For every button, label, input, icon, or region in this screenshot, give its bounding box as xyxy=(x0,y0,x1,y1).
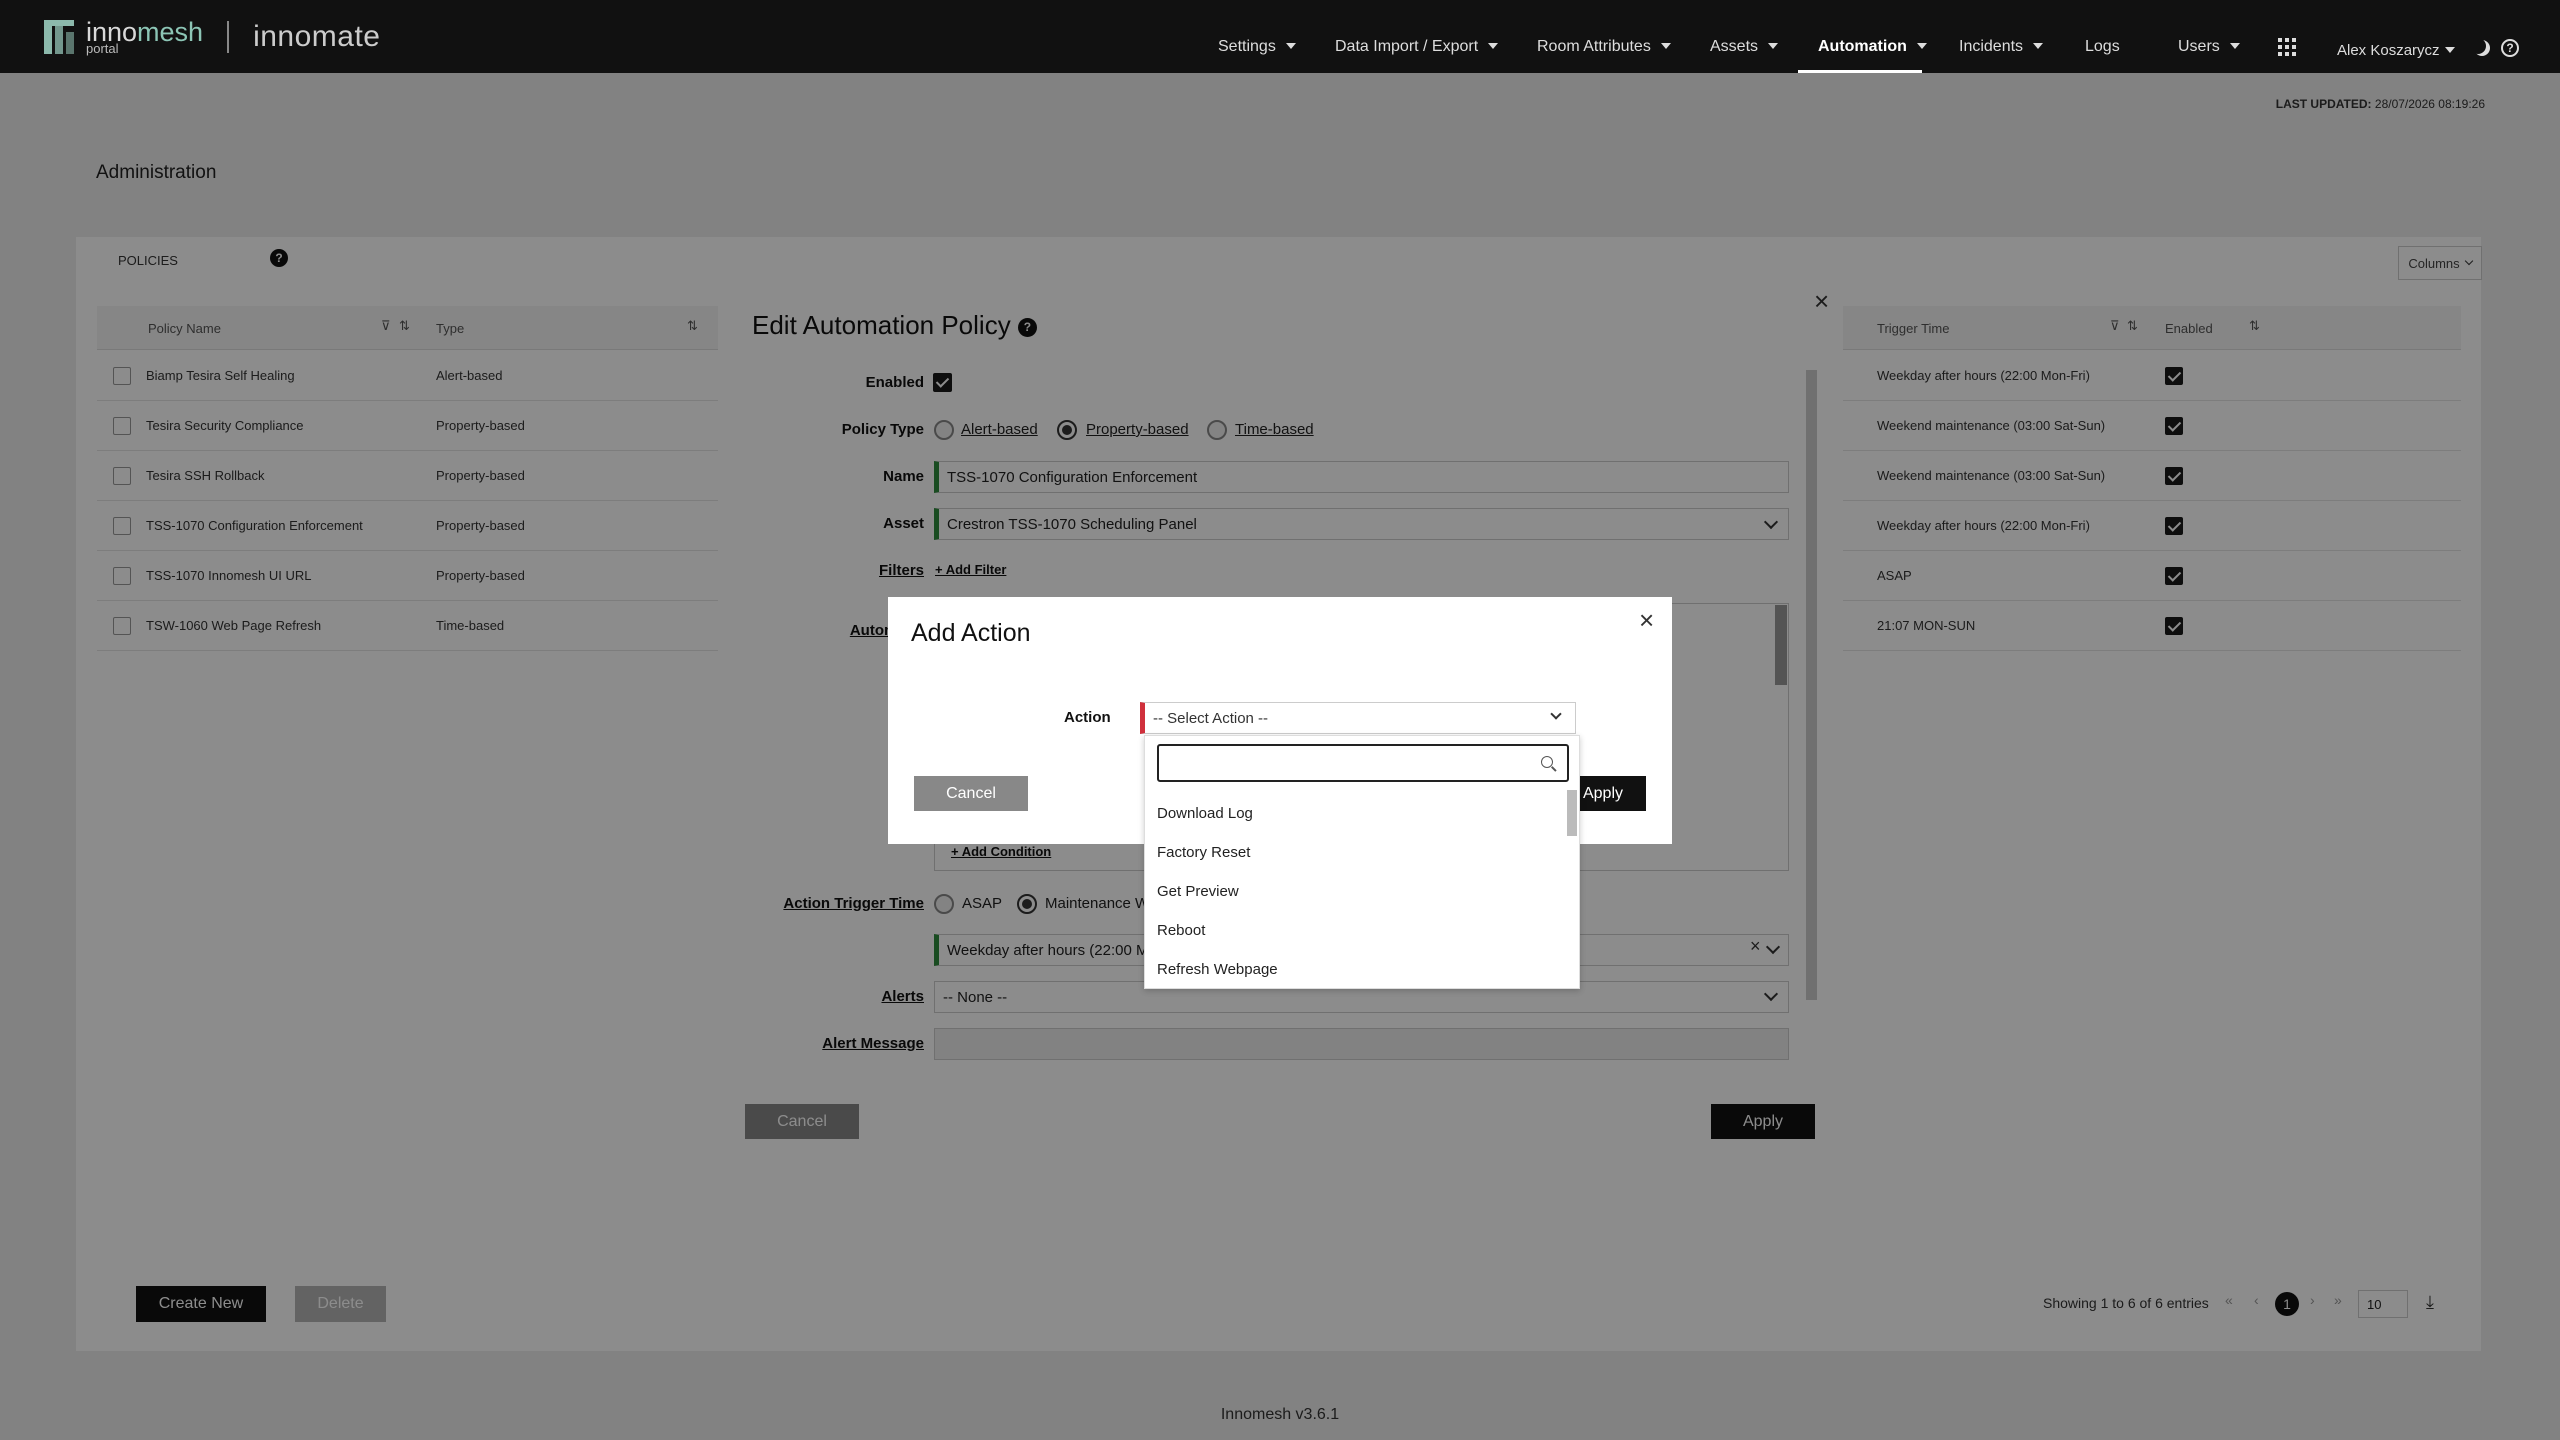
caret-down-icon xyxy=(2444,47,2455,53)
nav-room-attributes[interactable]: Room Attributes xyxy=(1537,38,1671,56)
option-download-log[interactable]: Download Log xyxy=(1157,805,1253,822)
action-search-input[interactable] xyxy=(1157,744,1569,782)
option-reboot[interactable]: Reboot xyxy=(1157,922,1205,939)
modal-title: Add Action xyxy=(911,619,1031,647)
logo-wordmark: innomesh xyxy=(86,16,204,47)
nav-users[interactable]: Users xyxy=(2178,38,2240,56)
dropdown-scrollbar[interactable] xyxy=(1567,790,1577,836)
caret-down-icon xyxy=(1660,43,1671,49)
nav-data-import-export[interactable]: Data Import / Export xyxy=(1335,38,1499,56)
nav-assets[interactable]: Assets xyxy=(1710,38,1779,56)
nav-user-menu[interactable]: Alex Koszarycz xyxy=(2337,42,2455,59)
caret-down-icon xyxy=(1768,43,1779,49)
cancel-button[interactable]: Cancel xyxy=(914,776,1028,811)
option-refresh-webpage[interactable]: Refresh Webpage xyxy=(1157,961,1278,978)
grid-icon[interactable] xyxy=(2278,38,2296,56)
caret-down-icon xyxy=(2229,43,2240,49)
nav-settings[interactable]: Settings xyxy=(1218,38,1296,56)
nav-incidents[interactable]: Incidents xyxy=(1959,38,2044,56)
caret-down-icon xyxy=(1488,43,1499,49)
brand-divider xyxy=(227,21,230,53)
nav-logs[interactable]: Logs xyxy=(2085,38,2120,56)
label-action: Action xyxy=(1064,709,1111,726)
close-icon[interactable]: × xyxy=(1639,605,1654,636)
action-select[interactable]: -- Select Action -- xyxy=(1140,702,1576,734)
action-dropdown: Download Log Factory Reset Get Preview R… xyxy=(1144,735,1580,989)
option-factory-reset[interactable]: Factory Reset xyxy=(1157,844,1250,861)
caret-down-icon xyxy=(1916,43,1927,49)
brand[interactable]: innomesh portal innomate xyxy=(44,16,381,58)
caret-down-icon xyxy=(2033,43,2044,49)
nav-automation[interactable]: Automation xyxy=(1818,38,1927,56)
innomesh-logo-icon xyxy=(44,20,78,54)
option-get-preview[interactable]: Get Preview xyxy=(1157,883,1239,900)
top-navbar: innomesh portal innomate Settings Data I… xyxy=(0,0,2560,73)
caret-down-icon xyxy=(1285,43,1296,49)
moon-icon[interactable] xyxy=(2474,40,2490,56)
help-icon[interactable]: ? xyxy=(2501,39,2519,57)
brand-name: innomate xyxy=(253,20,381,53)
